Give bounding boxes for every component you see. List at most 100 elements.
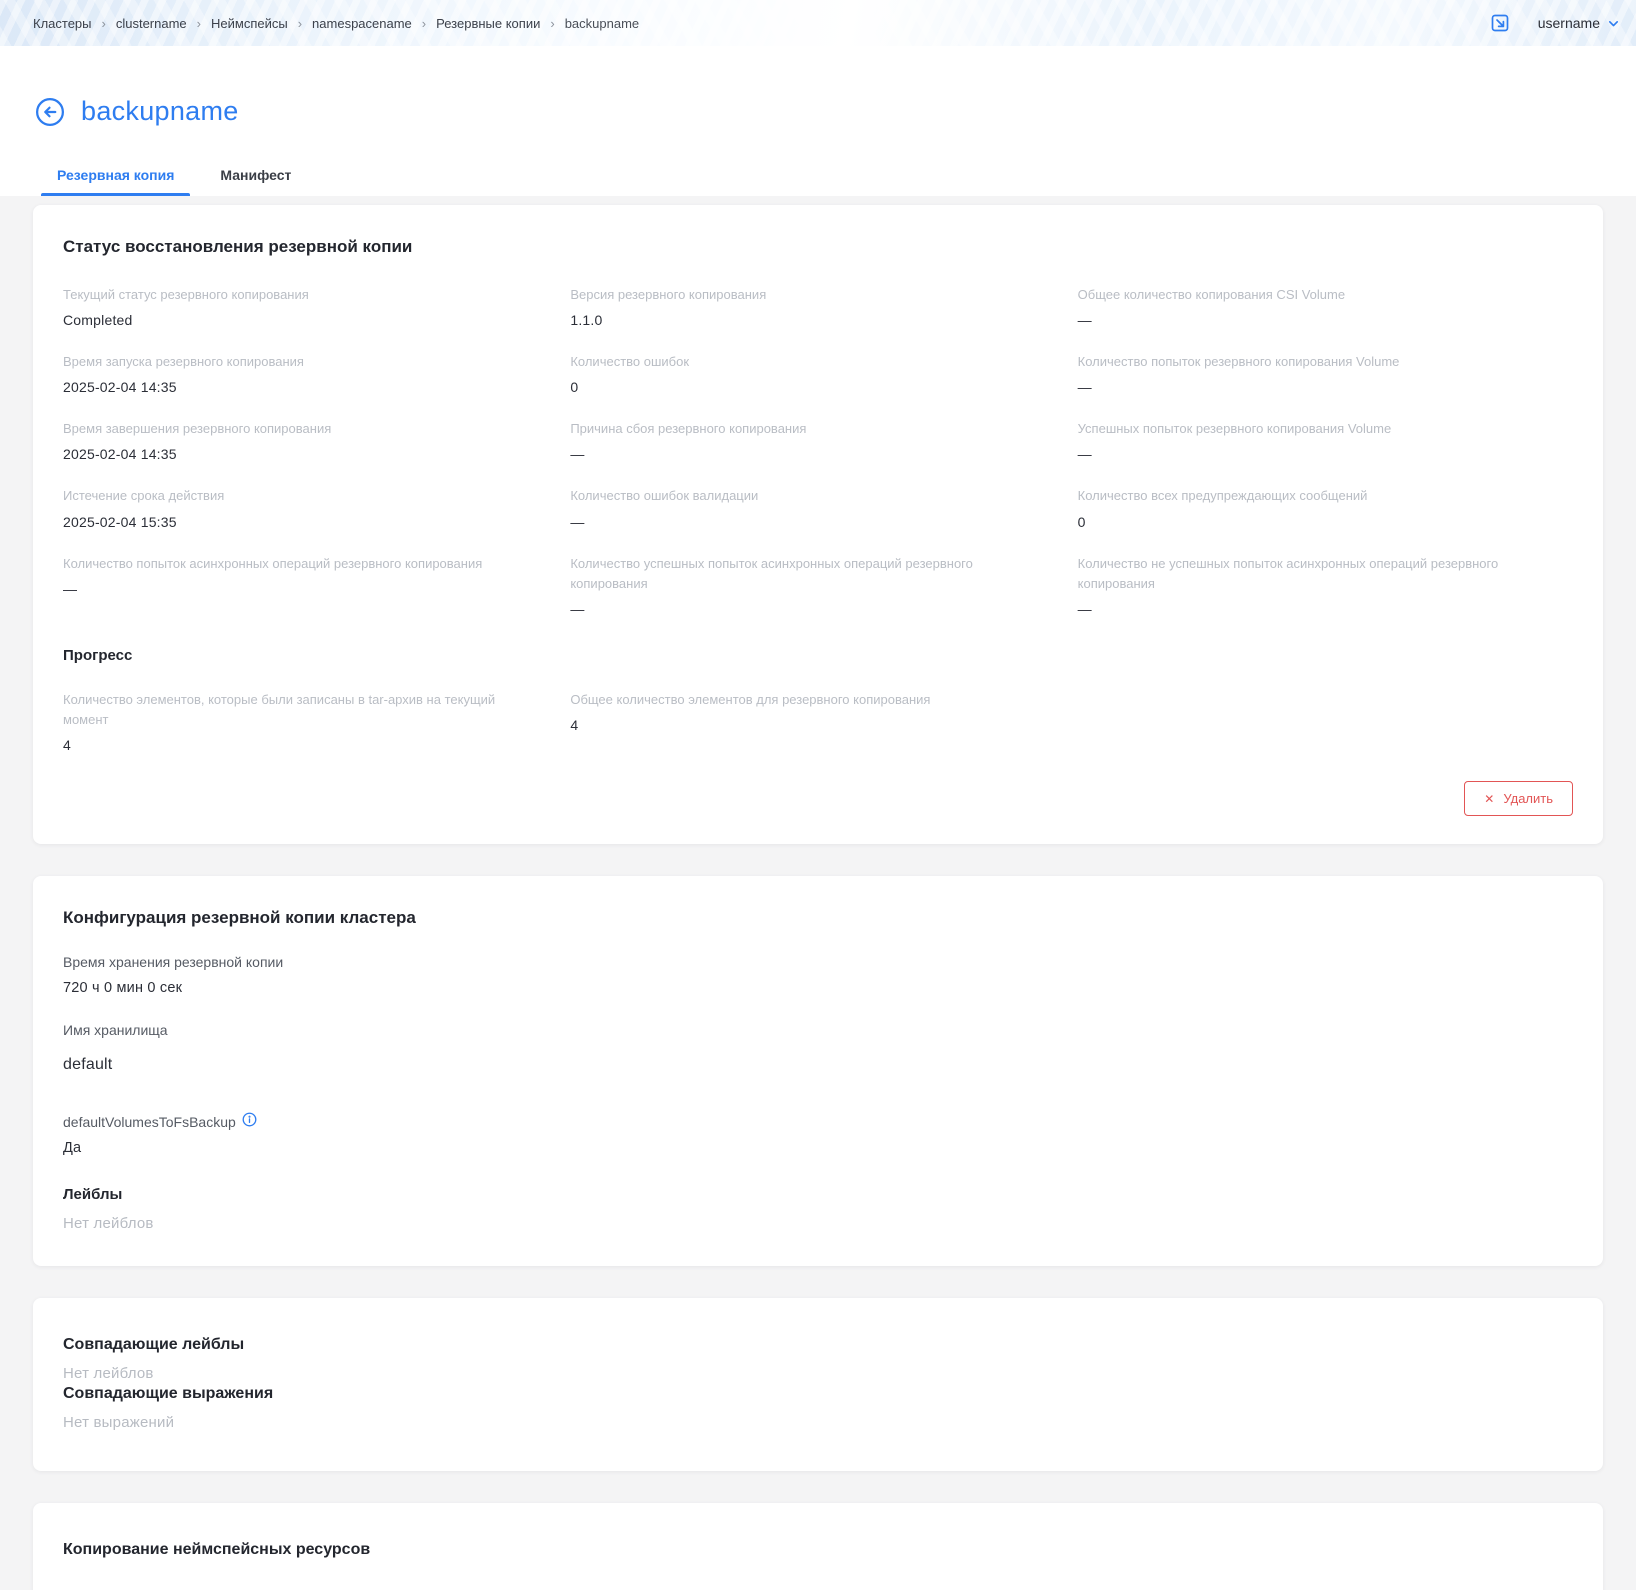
config-card-title: Конфигурация резервной копии кластера [63,908,1573,928]
chevron-down-icon [1607,17,1620,30]
info-icon[interactable] [242,1112,257,1127]
field-value: 720 ч 0 мин 0 сек [63,980,1573,996]
breadcrumb-separator: › [102,16,106,31]
breadcrumb-separator: › [197,16,201,31]
field-value: 0 [1078,514,1573,530]
user-menu[interactable]: username [1538,15,1620,31]
field-value: — [1078,312,1573,328]
field-label: Количество ошибок валидации [570,486,1040,506]
breadcrumb-item-clustername[interactable]: clustername [116,16,187,31]
field-value: 2025-02-04 14:35 [63,446,558,462]
field-volume-success: Успешных попыток резервного копирования … [1078,419,1573,462]
status-fields-grid: Текущий статус резервного копирования Co… [63,285,1573,617]
tab-backup[interactable]: Резервная копия [41,157,190,196]
field-current-status: Текущий статус резервного копирования Co… [63,285,558,328]
matching-card: Совпадающие лейблы Нет лейблов Совпадающ… [33,1298,1603,1471]
tab-manifest[interactable]: Манифест [204,157,307,196]
field-value: — [570,514,1065,530]
field-completion-time: Время завершения резервного копирования … [63,419,558,462]
field-retention-time: Время хранения резервной копии 720 ч 0 м… [63,954,1573,996]
field-value: 1.1.0 [570,312,1065,328]
field-label: Причина сбоя резервного копирования [570,419,1040,439]
field-label: Общее количество элементов для резервног… [570,690,1040,710]
labels-section-title: Лейблы [63,1186,1573,1203]
content: Статус восстановления резервной копии Те… [33,196,1603,1590]
field-errors-count: Количество ошибок 0 [570,352,1065,395]
field-failure-reason: Причина сбоя резервного копирования — [570,419,1065,462]
field-async-success: Количество успешных попыток асинхронных … [570,554,1065,617]
field-value: default [63,1056,1573,1074]
card-actions: ✕ Удалить [63,781,1573,816]
resources-card: Копирование неймспейсных ресурсов Только… [33,1503,1603,1590]
page-title: backupname [81,96,239,127]
close-icon: ✕ [1484,793,1494,805]
field-label: Истечение срока действия [63,486,533,506]
status-card-title: Статус восстановления резервной копии [63,237,1573,257]
field-csi-volume-total: Общее количество копирования CSI Volume … [1078,285,1573,328]
breadcrumb-item-namespaces[interactable]: Неймспейсы [211,16,288,31]
field-label: defaultVolumesToFsBackup [63,1114,236,1130]
config-card: Конфигурация резервной копии кластера Вр… [33,876,1603,1266]
field-value: — [1078,446,1573,462]
topbar-right: username [1490,13,1624,33]
field-label: Количество попыток асинхронных операций … [63,554,533,574]
field-storage-name: Имя хранилища default [63,1022,1573,1074]
page: Кластеры › clustername › Неймспейсы › na… [0,0,1636,1590]
breadcrumb-separator: › [422,16,426,31]
field-label: Количество не успешных попыток асинхронн… [1078,554,1548,594]
external-link-icon[interactable] [1490,13,1510,33]
progress-grid: Количество элементов, которые были запис… [63,690,1573,753]
matching-expressions-title: Совпадающие выражения [63,1385,1573,1403]
breadcrumb-item-backups[interactable]: Резервные копии [436,16,540,31]
field-value: Completed [63,312,558,328]
breadcrumb-item-clusters[interactable]: Кластеры [33,16,92,31]
field-value: 4 [63,737,558,753]
page-head: backupname Резервная копия Манифест [0,46,1636,196]
field-expiration: Истечение срока действия 2025-02-04 15:3… [63,486,558,529]
field-volume-attempts: Количество попыток резервного копировани… [1078,352,1573,395]
field-label: Количество успешных попыток асинхронных … [570,554,1040,594]
back-icon[interactable] [35,97,65,127]
field-value: — [1078,379,1573,395]
field-items-total: Общее количество элементов для резервног… [570,690,1065,753]
field-value: — [63,581,558,597]
field-value: 2025-02-04 15:35 [63,514,558,530]
field-label: Количество ошибок [570,352,1040,372]
tab-bar: Резервная копия Манифест [33,157,1603,196]
field-label: Время запуска резервного копирования [63,352,533,372]
field-label: Время хранения резервной копии [63,954,283,970]
field-value: — [1078,601,1573,617]
field-label: Количество элементов, которые были запис… [63,690,533,730]
field-default-volumes-to-fs-backup: defaultVolumesToFsBackup Да [63,1114,1573,1156]
status-card: Статус восстановления резервной копии Те… [33,205,1603,844]
field-validation-errors: Количество ошибок валидации — [570,486,1065,529]
top-bar: Кластеры › clustername › Неймспейсы › na… [0,0,1636,46]
breadcrumb-separator: › [298,16,302,31]
field-label: Время завершения резервного копирования [63,419,533,439]
matching-labels-empty: Нет лейблов [63,1365,1573,1382]
breadcrumb-separator: › [550,16,554,31]
field-label: Количество попыток резервного копировани… [1078,352,1548,372]
field-value: — [570,446,1065,462]
delete-button-label: Удалить [1503,791,1553,806]
field-label: Общее количество копирования CSI Volume [1078,285,1548,305]
delete-button[interactable]: ✕ Удалить [1464,781,1573,816]
matching-labels-title: Совпадающие лейблы [63,1336,1573,1354]
field-items-written: Количество элементов, которые были запис… [63,690,558,753]
field-value: Да [63,1140,1573,1156]
breadcrumb-item-current: backupname [565,16,639,31]
breadcrumb: Кластеры › clustername › Неймспейсы › na… [33,16,639,31]
field-value: — [570,601,1065,617]
field-warnings-count: Количество всех предупреждающих сообщени… [1078,486,1573,529]
field-label: Успешных попыток резервного копирования … [1078,419,1548,439]
progress-title: Прогресс [63,647,1573,664]
breadcrumb-item-namespacename[interactable]: namespacename [312,16,412,31]
field-label: Количество всех предупреждающих сообщени… [1078,486,1548,506]
field-label: Имя хранилища [63,1022,168,1038]
field-label: Версия резервного копирования [570,285,1040,305]
field-label: Текущий статус резервного копирования [63,285,533,305]
field-value: 0 [570,379,1065,395]
matching-expressions-empty: Нет выражений [63,1414,1573,1431]
labels-empty-text: Нет лейблов [63,1215,1573,1232]
username-label: username [1538,15,1600,31]
